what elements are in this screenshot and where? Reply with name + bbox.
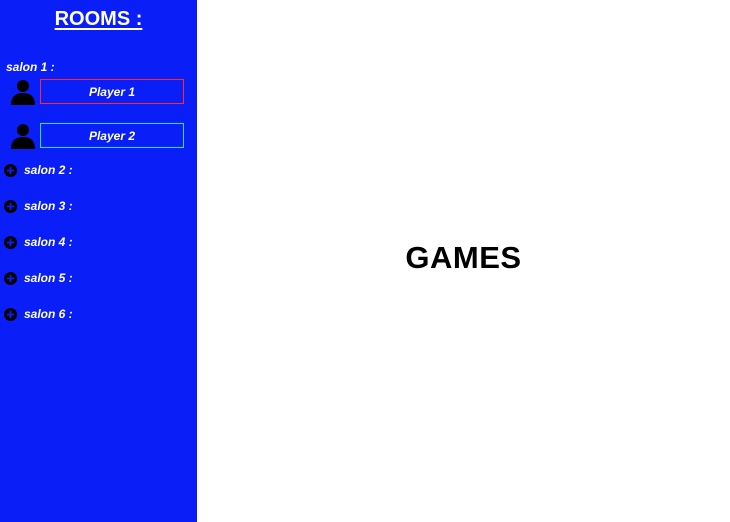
plus-circle-icon[interactable] <box>4 271 17 285</box>
salon-3-item[interactable]: salon 3 : <box>4 198 73 214</box>
player-1-name[interactable]: Player 1 <box>40 79 184 104</box>
user-icon <box>11 123 35 149</box>
salon-2-item[interactable]: salon 2 : <box>4 162 73 178</box>
player-2-name[interactable]: Player 2 <box>40 123 184 148</box>
plus-circle-icon[interactable] <box>4 235 17 249</box>
rooms-sidebar: ROOMS : salon 1 : Player 1 Player 2 salo… <box>0 0 197 522</box>
salon-5-item[interactable]: salon 5 : <box>4 270 73 286</box>
player-slot-2: Player 2 <box>11 123 186 149</box>
rooms-title: ROOMS : <box>0 8 197 31</box>
user-icon <box>11 79 35 105</box>
salon-6-label: salon 6 : <box>24 307 73 321</box>
salon-4-item[interactable]: salon 4 : <box>4 234 73 250</box>
games-title: GAMES <box>405 240 522 275</box>
salon-5-label: salon 5 : <box>24 271 73 285</box>
plus-circle-icon[interactable] <box>4 199 17 213</box>
rooms-title-text: ROOMS : <box>54 8 143 30</box>
player-slot-1: Player 1 <box>11 79 186 105</box>
salon-6-item[interactable]: salon 6 : <box>4 306 73 322</box>
salon-1-label[interactable]: salon 1 : <box>6 60 55 74</box>
plus-circle-icon[interactable] <box>4 307 17 321</box>
salon-2-label: salon 2 : <box>24 163 73 177</box>
plus-circle-icon[interactable] <box>4 163 17 177</box>
salon-3-label: salon 3 : <box>24 199 73 213</box>
salon-4-label: salon 4 : <box>24 235 73 249</box>
app-window: ROOMS : salon 1 : Player 1 Player 2 salo… <box>0 0 730 522</box>
